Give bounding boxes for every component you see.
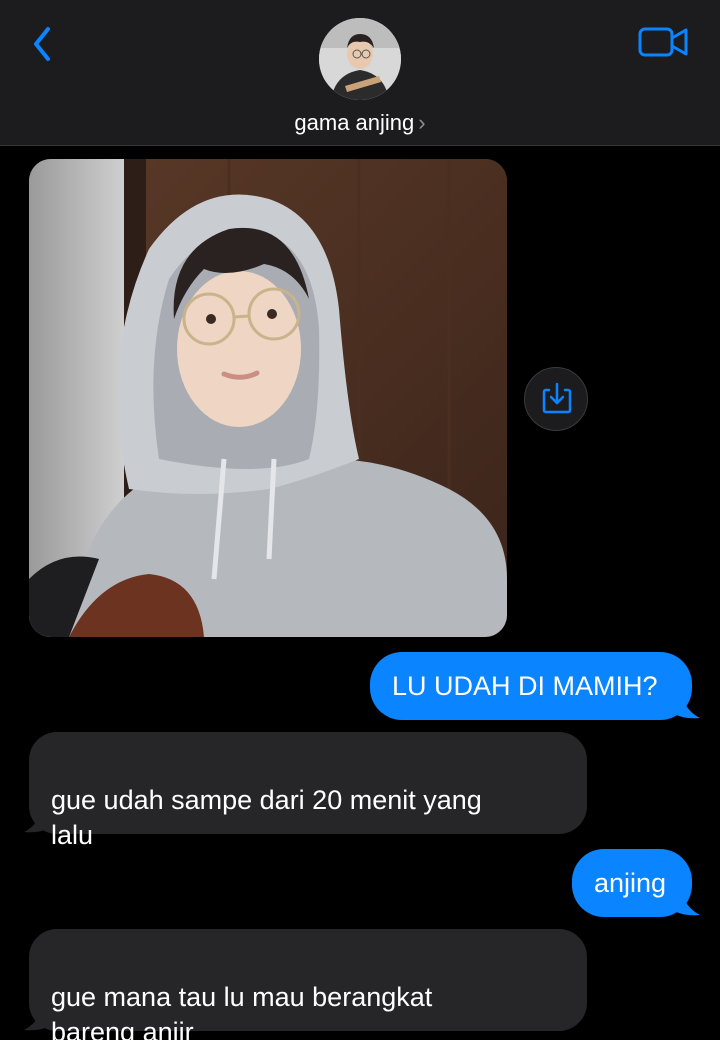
chevron-right-icon: › — [418, 110, 426, 135]
contact-avatar[interactable] — [319, 18, 401, 100]
contact-name: gama anjing — [294, 110, 415, 135]
incoming-message[interactable]: gue mana tau lu mau berangkat bareng anj… — [29, 929, 587, 1040]
save-image-button[interactable] — [524, 367, 588, 431]
save-to-photos-icon — [542, 382, 572, 414]
message-text: gue mana tau lu mau berangkat bareng anj… — [51, 982, 433, 1040]
outgoing-message[interactable]: LU UDAH DI MAMIH? — [370, 652, 692, 720]
message-text: anjing — [594, 868, 667, 898]
facetime-button[interactable] — [636, 24, 692, 60]
contact-name-button[interactable]: gama anjing › — [0, 110, 720, 136]
message-text: gue udah sampe dari 20 menit yang lalu — [51, 785, 482, 850]
image-message[interactable] — [29, 159, 507, 637]
incoming-message[interactable]: gue udah sampe dari 20 menit yang lalu — [29, 732, 587, 850]
message-text: LU UDAH DI MAMIH? — [392, 671, 658, 701]
video-camera-icon — [638, 27, 688, 57]
back-button[interactable] — [26, 22, 62, 66]
conversation-header: gama anjing › — [0, 0, 720, 146]
outgoing-message[interactable]: anjing — [572, 849, 692, 917]
chevron-left-icon — [34, 27, 50, 61]
